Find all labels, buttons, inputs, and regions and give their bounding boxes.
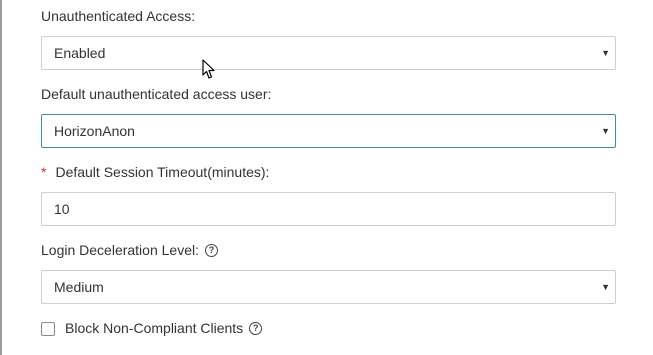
panel-left-border bbox=[0, 0, 2, 355]
default-user-select[interactable]: HorizonAnon ▼ bbox=[41, 114, 616, 148]
unauth-access-label: Unauthenticated Access: bbox=[41, 8, 196, 24]
unauth-access-value: Enabled bbox=[54, 45, 106, 61]
default-user-value: HorizonAnon bbox=[54, 123, 135, 139]
caret-down-icon: ▼ bbox=[601, 48, 610, 58]
block-clients-checkbox[interactable] bbox=[41, 322, 55, 336]
session-timeout-input[interactable]: 10 bbox=[41, 192, 616, 226]
unauth-access-select[interactable]: Enabled ▼ bbox=[41, 36, 616, 70]
login-deceleration-value: Medium bbox=[54, 279, 104, 295]
default-user-label: Default unauthenticated access user: bbox=[41, 86, 272, 102]
caret-down-icon: ▼ bbox=[601, 282, 610, 292]
block-clients-label-row: Block Non-Compliant Clients ? bbox=[65, 320, 263, 336]
required-marker: * bbox=[41, 164, 47, 180]
login-deceleration-label: Login Deceleration Level: ? bbox=[41, 242, 218, 258]
block-clients-label: Block Non-Compliant Clients bbox=[65, 320, 244, 336]
session-timeout-value: 10 bbox=[54, 201, 70, 217]
caret-down-icon: ▼ bbox=[601, 126, 610, 136]
question-circle-icon[interactable]: ? bbox=[205, 243, 218, 257]
mouse-pointer-icon bbox=[202, 59, 215, 79]
question-circle-icon[interactable]: ? bbox=[249, 321, 263, 335]
session-timeout-label: * Default Session Timeout(minutes): bbox=[41, 164, 270, 180]
login-deceleration-select[interactable]: Medium ▼ bbox=[41, 270, 616, 304]
